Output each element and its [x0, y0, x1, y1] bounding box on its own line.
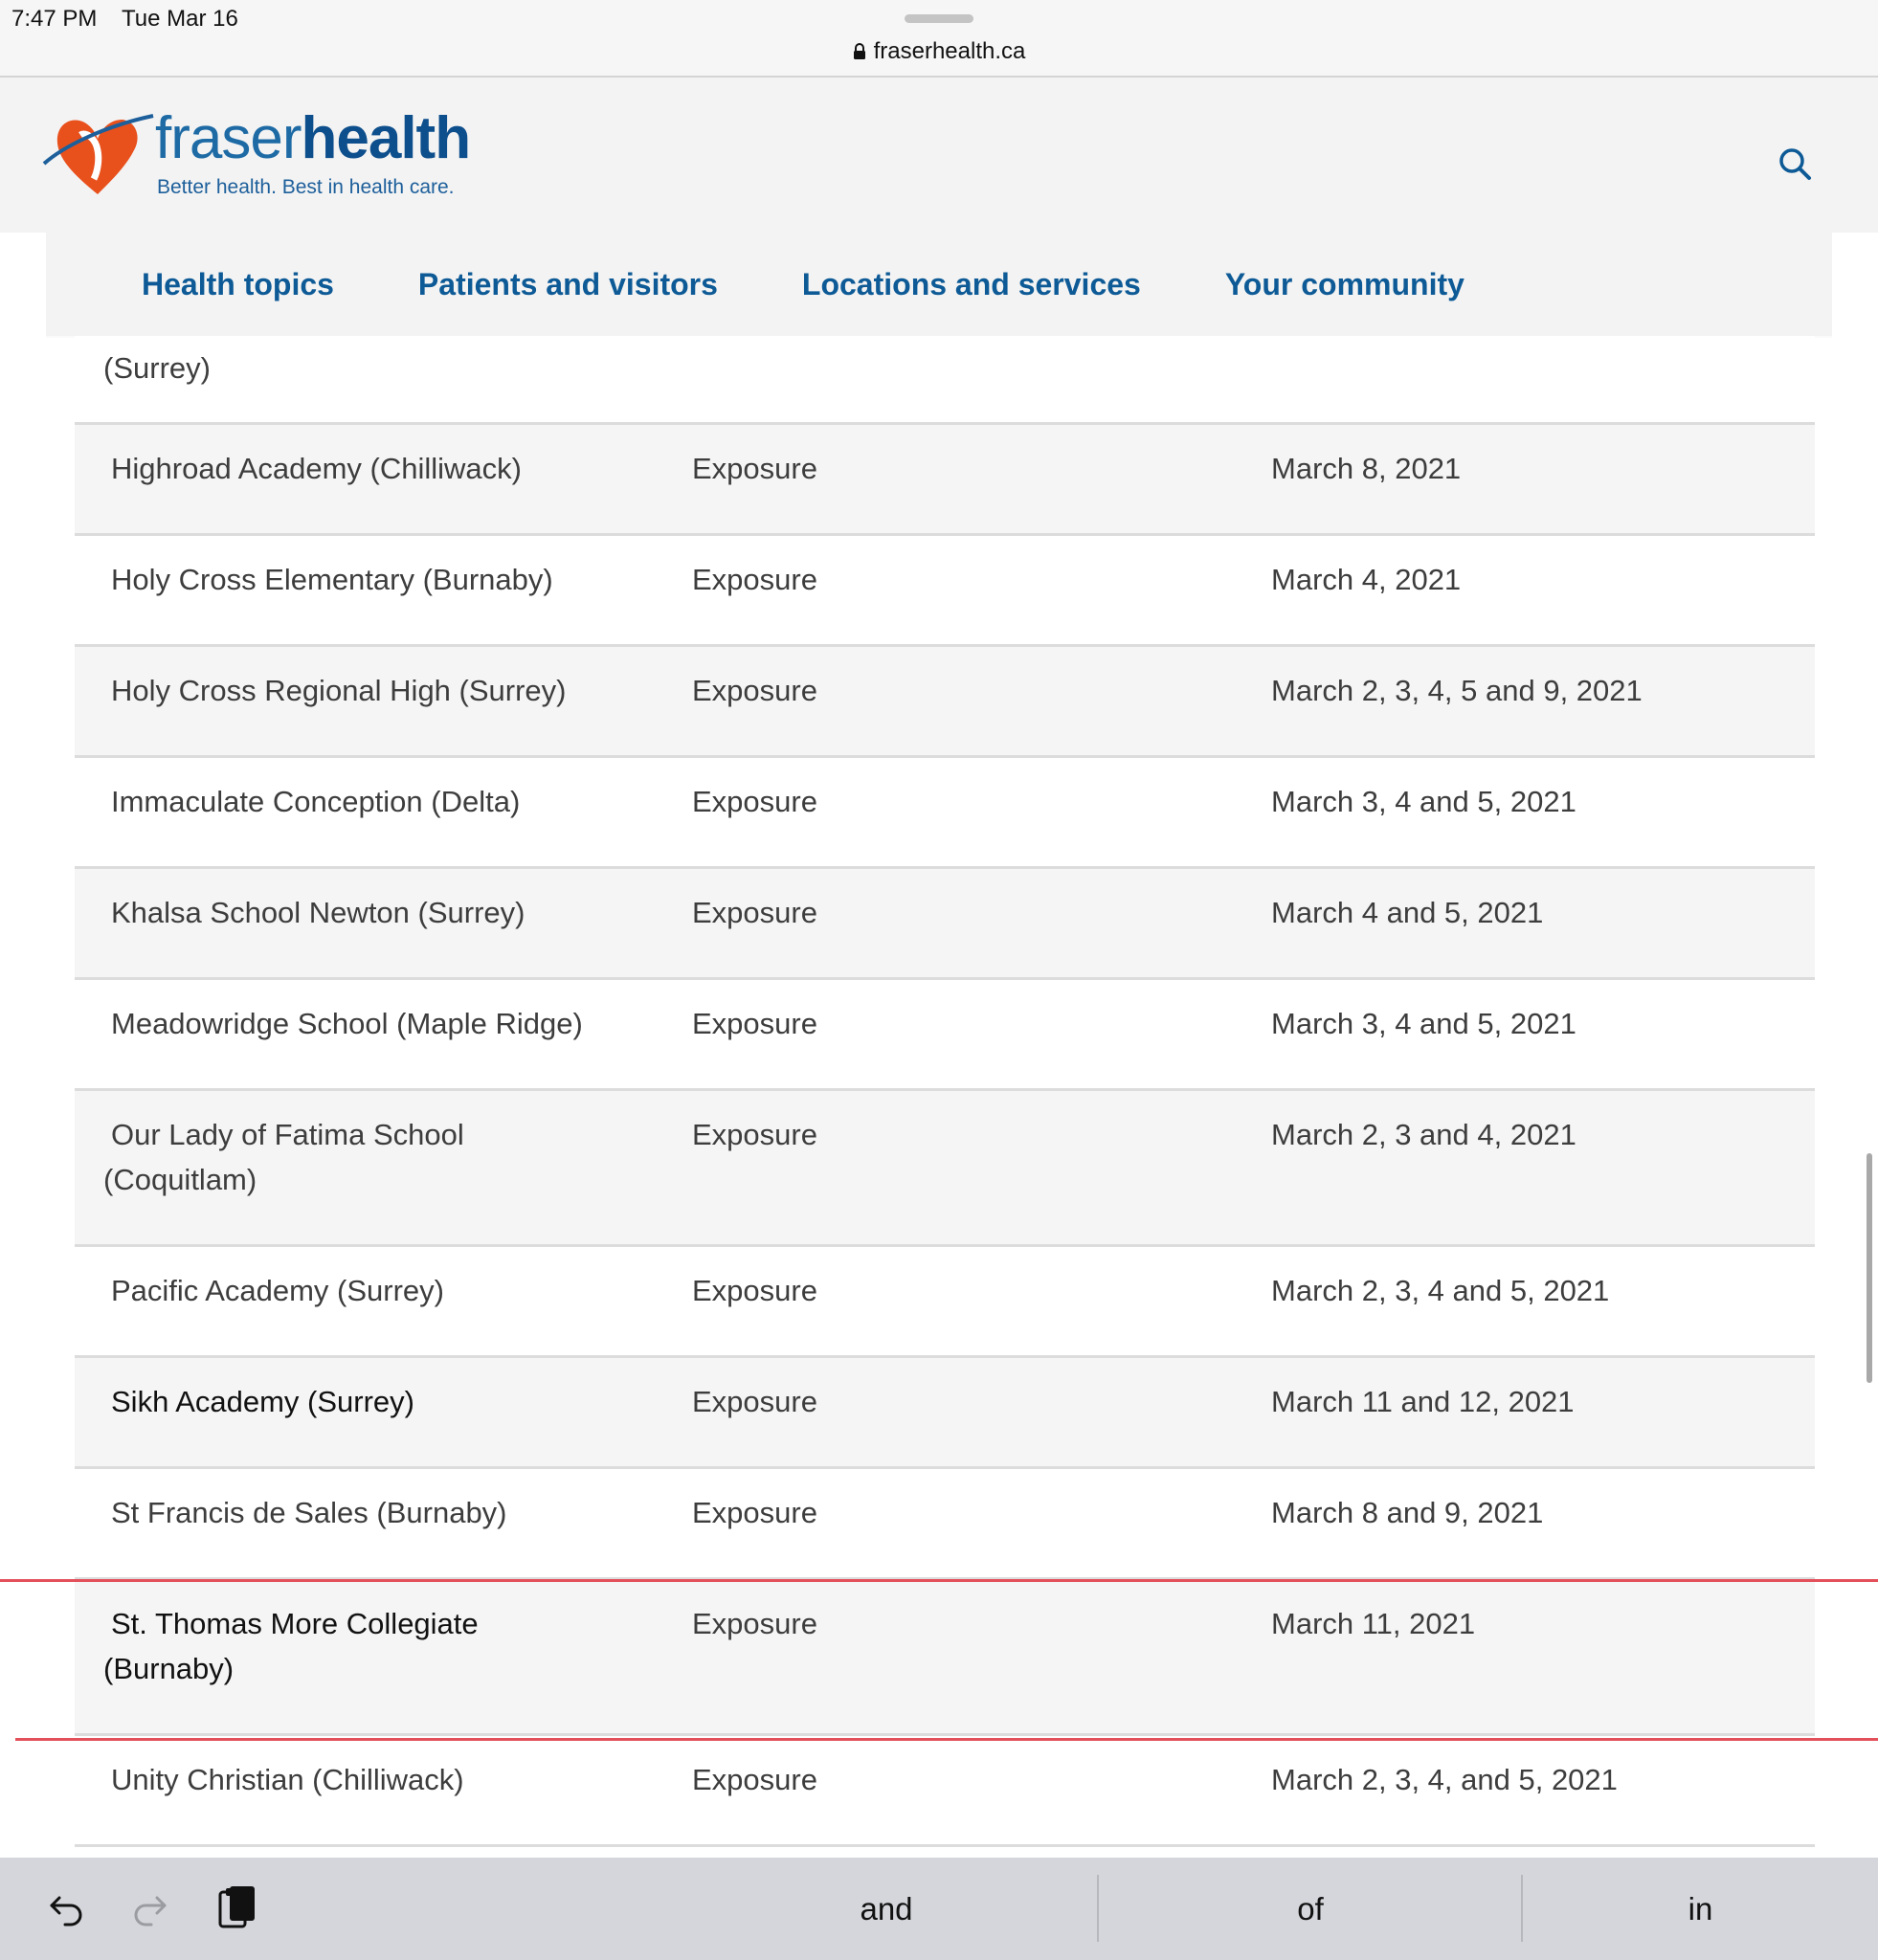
school-name: Meadowridge School (Maple Ridge): [111, 1007, 583, 1040]
nav-locations-and-services[interactable]: Locations and services: [802, 267, 1141, 302]
school-name: St Francis de Sales (Burnaby): [111, 1496, 507, 1529]
table-row: Holy Cross Elementary (Burnaby) Exposure…: [75, 536, 1815, 647]
exposure-dates: March 3, 4 and 5, 2021: [1271, 785, 1576, 818]
highlight-line-top: [0, 1579, 1878, 1582]
school-name: Khalsa School Newton (Surrey): [111, 896, 525, 929]
notification-type: Exposure: [692, 1007, 817, 1040]
undo-icon[interactable]: [46, 1888, 86, 1933]
notification-type: Exposure: [692, 1274, 817, 1307]
window-grabber[interactable]: [905, 14, 973, 23]
exposure-dates: March 2, 3, 4, 5 and 9, 2021: [1271, 674, 1643, 707]
exposure-dates: March 11, 2021: [1271, 1607, 1476, 1640]
notification-type: Exposure: [692, 1607, 817, 1640]
school-name: St. Thomas More Collegiate (Burnaby): [103, 1601, 647, 1691]
exposure-dates: March 3, 4 and 5, 2021: [1271, 1007, 1576, 1040]
highlight-line-bottom: [15, 1738, 1878, 1741]
paste-icon[interactable]: [216, 1882, 258, 1935]
notification-type: Exposure: [692, 674, 817, 707]
table-row: St Francis de Sales (Burnaby) Exposure M…: [75, 1469, 1815, 1580]
table-row: Khalsa School Newton (Surrey) Exposure M…: [75, 869, 1815, 980]
school-name-line1: Our Lady of Fatima School: [111, 1118, 464, 1151]
logo-tagline: Better health. Best in health care.: [157, 176, 455, 198]
exposure-dates: March 11 and 12, 2021: [1271, 1385, 1575, 1418]
table-row: Pacific Academy (Surrey) Exposure March …: [75, 1247, 1815, 1358]
keyboard-shortcut-bar: and of in: [0, 1858, 1878, 1960]
notification-type: Exposure: [692, 1496, 817, 1529]
exposure-dates: March 8, 2021: [1271, 452, 1462, 485]
table-row: St. Thomas More Collegiate (Burnaby) Exp…: [75, 1580, 1815, 1736]
school-name: Our Lady of Fatima School (Coquitlam): [103, 1112, 647, 1202]
exposure-dates: March 2, 3, 4 and 5, 2021: [1271, 1274, 1610, 1307]
exposure-dates: March 2, 3 and 4, 2021: [1271, 1118, 1576, 1151]
search-icon[interactable]: [1776, 145, 1814, 183]
exposure-dates: March 4, 2021: [1271, 563, 1462, 596]
school-name-line1: St. Thomas More Collegiate: [111, 1607, 479, 1640]
notification-type: Exposure: [692, 1118, 817, 1151]
school-name: (Surrey): [103, 351, 211, 385]
suggestion-of[interactable]: of: [1099, 1858, 1522, 1960]
school-name: Highroad Academy (Chilliwack): [111, 452, 522, 485]
school-name-line2: (Coquitlam): [103, 1163, 257, 1196]
notification-type: Exposure: [692, 1763, 817, 1796]
url-text: fraserhealth.ca: [873, 38, 1026, 64]
notification-type: Exposure: [692, 452, 817, 485]
table-row: Immaculate Conception (Delta) Exposure M…: [75, 758, 1815, 869]
nav-health-topics[interactable]: Health topics: [142, 267, 334, 302]
suggestion-in[interactable]: in: [1523, 1858, 1878, 1960]
table-row: Highroad Academy (Chilliwack) Exposure M…: [75, 425, 1815, 536]
fraserhealth-logo[interactable]: fraserhealth Better health. Best in heal…: [42, 100, 471, 206]
main-nav: Health topics Patients and visitors Loca…: [46, 233, 1832, 336]
table-row: Meadowridge School (Maple Ridge) Exposur…: [75, 980, 1815, 1091]
school-name: Sikh Academy (Surrey): [111, 1385, 414, 1418]
status-bar: 7:47 PM Tue Mar 16 fraserhealth.ca: [0, 0, 1878, 78]
exposure-dates: March 2, 3, 4, and 5, 2021: [1271, 1763, 1618, 1796]
school-name: Unity Christian (Chilliwack): [111, 1763, 464, 1796]
exposure-dates: March 4 and 5, 2021: [1271, 896, 1544, 929]
school-name: Holy Cross Elementary (Burnaby): [111, 563, 553, 596]
table-row: Our Lady of Fatima School (Coquitlam) Ex…: [75, 1091, 1815, 1247]
school-name: Holy Cross Regional High (Surrey): [111, 674, 567, 707]
site-header: fraserhealth Better health. Best in heal…: [0, 78, 1878, 233]
school-name: Pacific Academy (Surrey): [111, 1274, 444, 1307]
nav-patients-and-visitors[interactable]: Patients and visitors: [418, 267, 718, 302]
table-row: Holy Cross Regional High (Surrey) Exposu…: [75, 647, 1815, 758]
heart-logo-icon: [42, 114, 154, 194]
notification-type: Exposure: [692, 1385, 817, 1418]
page-scrollbar[interactable]: [1867, 1153, 1872, 1383]
notification-type: Exposure: [692, 785, 817, 818]
status-date: Tue Mar 16: [122, 6, 238, 32]
notification-type: Exposure: [692, 563, 817, 596]
logo-wordmark: fraserhealth: [155, 105, 471, 171]
table-row: (Surrey): [75, 336, 1815, 425]
lock-icon: [853, 40, 866, 67]
table-row: Unity Christian (Chilliwack) Exposure Ma…: [75, 1736, 1815, 1847]
table-row: Sikh Academy (Surrey) Exposure March 11 …: [75, 1358, 1815, 1469]
nav-your-community[interactable]: Your community: [1225, 267, 1464, 302]
redo-icon[interactable]: [130, 1888, 170, 1933]
school-name: Immaculate Conception (Delta): [111, 785, 521, 818]
school-exposure-table: (Surrey) Highroad Academy (Chilliwack) E…: [75, 336, 1815, 1847]
suggestion-and[interactable]: and: [675, 1858, 1098, 1960]
school-name-line2: (Burnaby): [103, 1652, 235, 1685]
exposure-dates: March 8 and 9, 2021: [1271, 1496, 1544, 1529]
status-time: 7:47 PM: [11, 6, 98, 32]
notification-type: Exposure: [692, 896, 817, 929]
address-bar[interactable]: fraserhealth.ca: [0, 38, 1878, 67]
